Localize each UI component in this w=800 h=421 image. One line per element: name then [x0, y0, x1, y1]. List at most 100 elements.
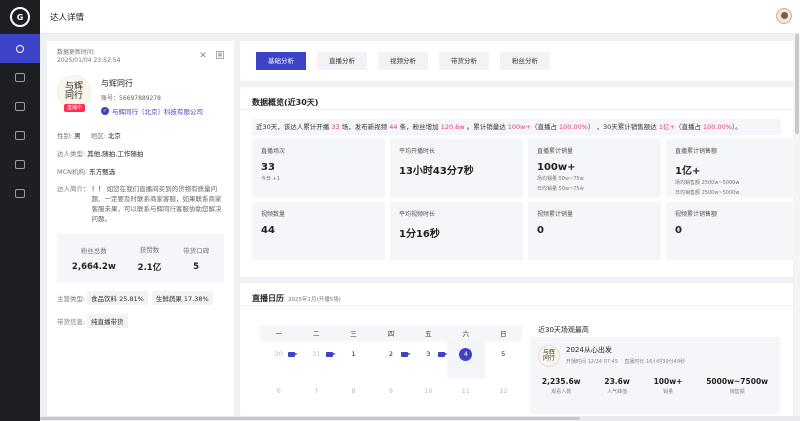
summary-text: 条，粉丝增加	[397, 123, 441, 131]
compare-icon[interactable]: ✕	[198, 51, 208, 61]
live-badge[interactable]: 直播中	[64, 104, 86, 112]
intro-text: 如您在我们直播间买到的货物有质量问题、一定要及时联系商家客服，如果联系商家客服未…	[91, 185, 222, 223]
play-screen-icon	[15, 131, 25, 140]
weekday-label: 三	[350, 330, 357, 338]
calendar-day[interactable]: 3	[410, 341, 449, 378]
horizontal-scrollbar[interactable]	[40, 416, 800, 421]
live-camera-icon	[400, 352, 411, 357]
stat-value: 2.1亿	[137, 262, 162, 273]
type-label: 达人类型:	[57, 150, 86, 158]
calendar-day[interactable]: 7	[297, 378, 334, 415]
weekday-label: 四	[387, 330, 395, 338]
profile-account: 账号：56697889278	[101, 95, 161, 102]
goods-tag: 纯直播带货	[87, 314, 128, 328]
avatar-calligraphy: 与辉同行	[542, 349, 555, 362]
nav-live[interactable]	[0, 121, 40, 150]
calendar-title: 直播日历	[252, 294, 284, 303]
box-icon	[15, 160, 25, 169]
calendar-day[interactable]: 1	[335, 341, 372, 378]
day-number: 8	[351, 387, 356, 395]
scroll-thumb[interactable]	[795, 34, 799, 134]
summary-text: 近30天，该达人累计开播	[256, 123, 332, 131]
intro-label: 达人简介：	[57, 185, 90, 193]
profile-panel: 数据更新时间: 2025/01/04 23:52:54 ✕ ▦ 与辉同行 直播中…	[47, 41, 234, 416]
mcn-label: MCN机构:	[57, 168, 88, 176]
metric-value: 33	[261, 162, 275, 173]
stat-value: 5	[193, 261, 200, 272]
calendar-subtitle: 2025年1月(开播5场)	[288, 297, 341, 303]
stat-likes: 获赞数 2.1亿	[138, 244, 162, 273]
weekday-label: 二	[312, 330, 320, 338]
vertical-scrollbar[interactable]	[794, 34, 800, 417]
calendar-day[interactable]: 5	[485, 341, 522, 378]
calendar-day[interactable]: 8	[335, 378, 372, 415]
top-live-stat: 2,235.6w 观看人数	[542, 377, 581, 395]
tab-fans[interactable]: 粉丝分析	[500, 52, 550, 70]
stat-label: 带货口碑	[183, 246, 210, 255]
stat-label: 人气峰值	[607, 389, 628, 395]
top-live-card[interactable]: 近30天场观最高 与辉同行 2024从心出发 开播时间 12/24 07:45 …	[530, 319, 780, 414]
calendar-day[interactable]: 2	[372, 341, 411, 378]
metric-value: 100w+	[537, 162, 576, 173]
metric-value: 0	[537, 225, 544, 236]
day-number: 5	[501, 350, 506, 358]
stat-value: 2,664.2w	[71, 261, 116, 272]
metric-sub: 日均销售额 2500w~5000w	[675, 190, 740, 196]
app-logo[interactable]: G	[0, 0, 40, 34]
region-value: 北京	[107, 132, 121, 140]
overview-title: 数据概览(近30天)	[252, 98, 319, 107]
tab-video[interactable]: 视频分析	[378, 52, 428, 70]
calendar-day[interactable]: 12	[485, 378, 522, 415]
tab-live[interactable]: 直播分析	[317, 52, 367, 70]
summary-text: 场，发布新视频	[339, 123, 390, 131]
nav-goods[interactable]	[0, 150, 40, 179]
metric-value: 0	[675, 225, 682, 236]
goods-label: 带货信息:	[57, 318, 86, 326]
mcn-value: 东方甄选	[89, 168, 116, 176]
profile-name: 与辉同行	[101, 79, 133, 88]
calendar-day[interactable]: 10	[410, 378, 447, 415]
metric-label: 视频累计销售额	[675, 211, 718, 218]
top-live-name: 2024从心出发	[566, 346, 612, 354]
metric-value: 44	[261, 225, 275, 236]
intro-warn: ！！	[91, 185, 105, 193]
logo-mark: G	[10, 7, 30, 27]
stat-label: 销量	[663, 389, 674, 395]
calendar-day[interactable]: 9	[372, 378, 409, 415]
main-type-tag: 生鲜蔬果 17.38%	[151, 291, 213, 305]
metric-value: 13小时43分7秒	[399, 166, 474, 177]
calendar-day-selected[interactable]: 4	[447, 341, 485, 378]
top-live-stat: 23.6w 人气峰值	[604, 377, 629, 395]
verified-icon: ✓	[101, 107, 109, 115]
calendar-day[interactable]: 6	[260, 378, 297, 415]
metric-sub: 日均销量 50w~75w	[537, 186, 584, 192]
nav-store[interactable]	[0, 63, 40, 92]
page-title: 达人详情	[50, 12, 85, 23]
tab-basic[interactable]: 基础分析	[256, 52, 306, 70]
day-number: 3	[426, 350, 431, 358]
live-camera-icon	[288, 352, 299, 357]
calendar-day[interactable]: 30	[260, 341, 299, 378]
tab-goods[interactable]: 带货分析	[439, 52, 489, 70]
nav-video[interactable]	[0, 92, 40, 121]
main-type-tag: 食品饮料 25.81%	[87, 291, 148, 305]
calendar-day[interactable]: 11	[447, 378, 484, 415]
scroll-thumb[interactable]	[40, 417, 580, 420]
analysis-tabs: 基础分析 直播分析 视频分析 带货分析 粉丝分析	[240, 41, 793, 81]
nav-user[interactable]	[0, 34, 40, 63]
calendar-day[interactable]: 31	[297, 341, 336, 378]
metric-sub: 今日 +1	[261, 176, 280, 182]
user-avatar[interactable]	[776, 8, 792, 24]
nav-shop[interactable]	[0, 179, 40, 208]
divider	[240, 109, 793, 110]
stat-value: 2,235.6w	[541, 377, 581, 386]
summary-num: 120.6w	[440, 123, 465, 131]
qrcode-icon[interactable]: ▦	[216, 51, 224, 59]
gender-value: 男	[74, 132, 81, 140]
weekday-label: 五	[425, 330, 432, 338]
update-label: 数据更新时间:	[57, 49, 96, 56]
summary-num: 100w+	[507, 123, 531, 131]
metric-video-revenue: 视频累计销售额 0	[666, 202, 799, 260]
profile-org[interactable]: ✓ 与辉同行（北京）科技有限公司	[101, 106, 203, 116]
stat-label: 粉丝总数	[80, 246, 107, 255]
